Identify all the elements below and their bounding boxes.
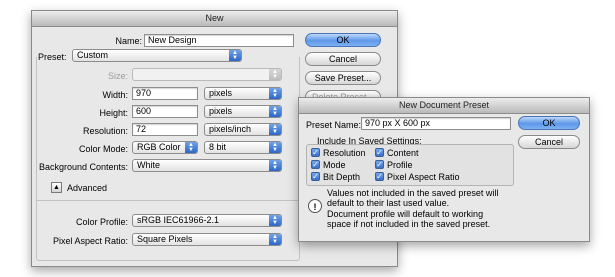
background-value: White — [137, 160, 161, 170]
advanced-toggle[interactable]: ▲ — [51, 182, 62, 193]
resolution-unit-value: pixels/inch — [209, 124, 252, 134]
checkbox-pixel-aspect-label: Pixel Aspect Ratio — [387, 172, 460, 182]
color-mode-label: Color Mode: — [78, 144, 128, 154]
chevron-updown-icon: ▲ ▼ — [269, 142, 281, 153]
checkbox-pixel-aspect[interactable]: ✓ — [375, 172, 384, 181]
chevron-updown-icon: ▲ ▼ — [269, 215, 281, 226]
color-mode-value: RGB Color — [137, 142, 181, 152]
ok-button[interactable]: OK — [305, 33, 381, 47]
chevron-updown-icon: ▲ ▼ — [269, 160, 281, 171]
checkbox-bit-depth-label: Bit Depth — [323, 172, 361, 182]
resolution-label: Resolution: — [82, 126, 128, 136]
checkbox-content-label: Content — [387, 148, 419, 158]
width-input[interactable]: 970 — [132, 87, 198, 100]
cancel-button[interactable]: Cancel — [305, 52, 381, 66]
width-unit-value: pixels — [209, 88, 233, 98]
width-label: Width: — [102, 90, 128, 100]
note-line-1: Values not included in the saved preset … — [327, 188, 499, 208]
width-unit-select[interactable]: pixels ▲ ▼ — [204, 87, 282, 100]
preset-name-input[interactable]: 970 px X 600 px — [361, 117, 511, 130]
height-unit-value: pixels — [209, 106, 233, 116]
color-profile-label: Color Profile: — [75, 217, 128, 227]
triangle-up-icon: ▲ — [53, 184, 60, 191]
note-line-2: Document profile will default to working… — [327, 209, 491, 229]
preset-dialog: New Document Preset Preset Name: 970 px … — [298, 97, 590, 242]
color-profile-select[interactable]: sRGB IEC61966-2.1 ▲ ▼ — [132, 214, 282, 227]
color-profile-value: sRGB IEC61966-2.1 — [137, 215, 220, 225]
chevron-updown-icon: ▲ ▼ — [269, 234, 281, 245]
checkbox-profile-label: Profile — [387, 160, 413, 170]
chevron-updown-icon: ▲ ▼ — [269, 106, 281, 117]
height-label: Height: — [99, 108, 128, 118]
exclamation-icon: ! — [308, 199, 322, 213]
pixel-aspect-label: Pixel Aspect Ratio: — [52, 236, 128, 246]
preset-cancel-button[interactable]: Cancel — [518, 135, 580, 149]
chevron-updown-icon: ▲ ▼ — [269, 88, 281, 99]
checkbox-resolution[interactable]: ✓ — [311, 148, 320, 157]
checkbox-profile[interactable]: ✓ — [375, 160, 384, 169]
background-select[interactable]: White ▲ ▼ — [132, 159, 282, 172]
checkbox-resolution-label: Resolution — [323, 148, 366, 158]
background-label: Background Contents: — [38, 162, 128, 172]
preset-dialog-title: New Document Preset — [299, 98, 589, 114]
new-dialog-title: New — [32, 11, 397, 27]
height-input[interactable]: 600 — [132, 105, 198, 118]
advanced-label: Advanced — [67, 183, 108, 193]
checkbox-mode-label: Mode — [323, 160, 346, 170]
preset-ok-button[interactable]: OK — [518, 116, 580, 130]
size-label: Size: — [107, 71, 128, 81]
bit-depth-select[interactable]: 8 bit ▲ ▼ — [204, 141, 282, 154]
preset-name-label: Preset Name: — [306, 120, 362, 130]
chevron-updown-icon: ▲ ▼ — [269, 124, 281, 135]
resolution-unit-select[interactable]: pixels/inch ▲ ▼ — [204, 123, 282, 136]
advanced-divider — [36, 200, 298, 201]
name-input[interactable]: New Design — [144, 34, 294, 47]
checkbox-bit-depth[interactable]: ✓ — [311, 172, 320, 181]
height-unit-select[interactable]: pixels ▲ ▼ — [204, 105, 282, 118]
pixel-aspect-value: Square Pixels — [137, 234, 193, 244]
resolution-input[interactable]: 72 — [132, 123, 198, 136]
pixel-aspect-select[interactable]: Square Pixels ▲ ▼ — [132, 233, 282, 246]
checkbox-content[interactable]: ✓ — [375, 148, 384, 157]
chevron-updown-icon: ▲ ▼ — [269, 69, 281, 80]
size-select: ▲ ▼ — [132, 68, 282, 81]
chevron-updown-icon: ▲ ▼ — [185, 142, 197, 153]
include-group: ✓ Resolution ✓ Content ✓ Mode ✓ Profile … — [306, 144, 514, 186]
checkbox-mode[interactable]: ✓ — [311, 160, 320, 169]
save-preset-button[interactable]: Save Preset... — [305, 71, 381, 85]
bit-depth-value: 8 bit — [209, 142, 227, 152]
color-mode-select[interactable]: RGB Color ▲ ▼ — [132, 141, 198, 154]
name-label: Name: — [115, 36, 142, 46]
